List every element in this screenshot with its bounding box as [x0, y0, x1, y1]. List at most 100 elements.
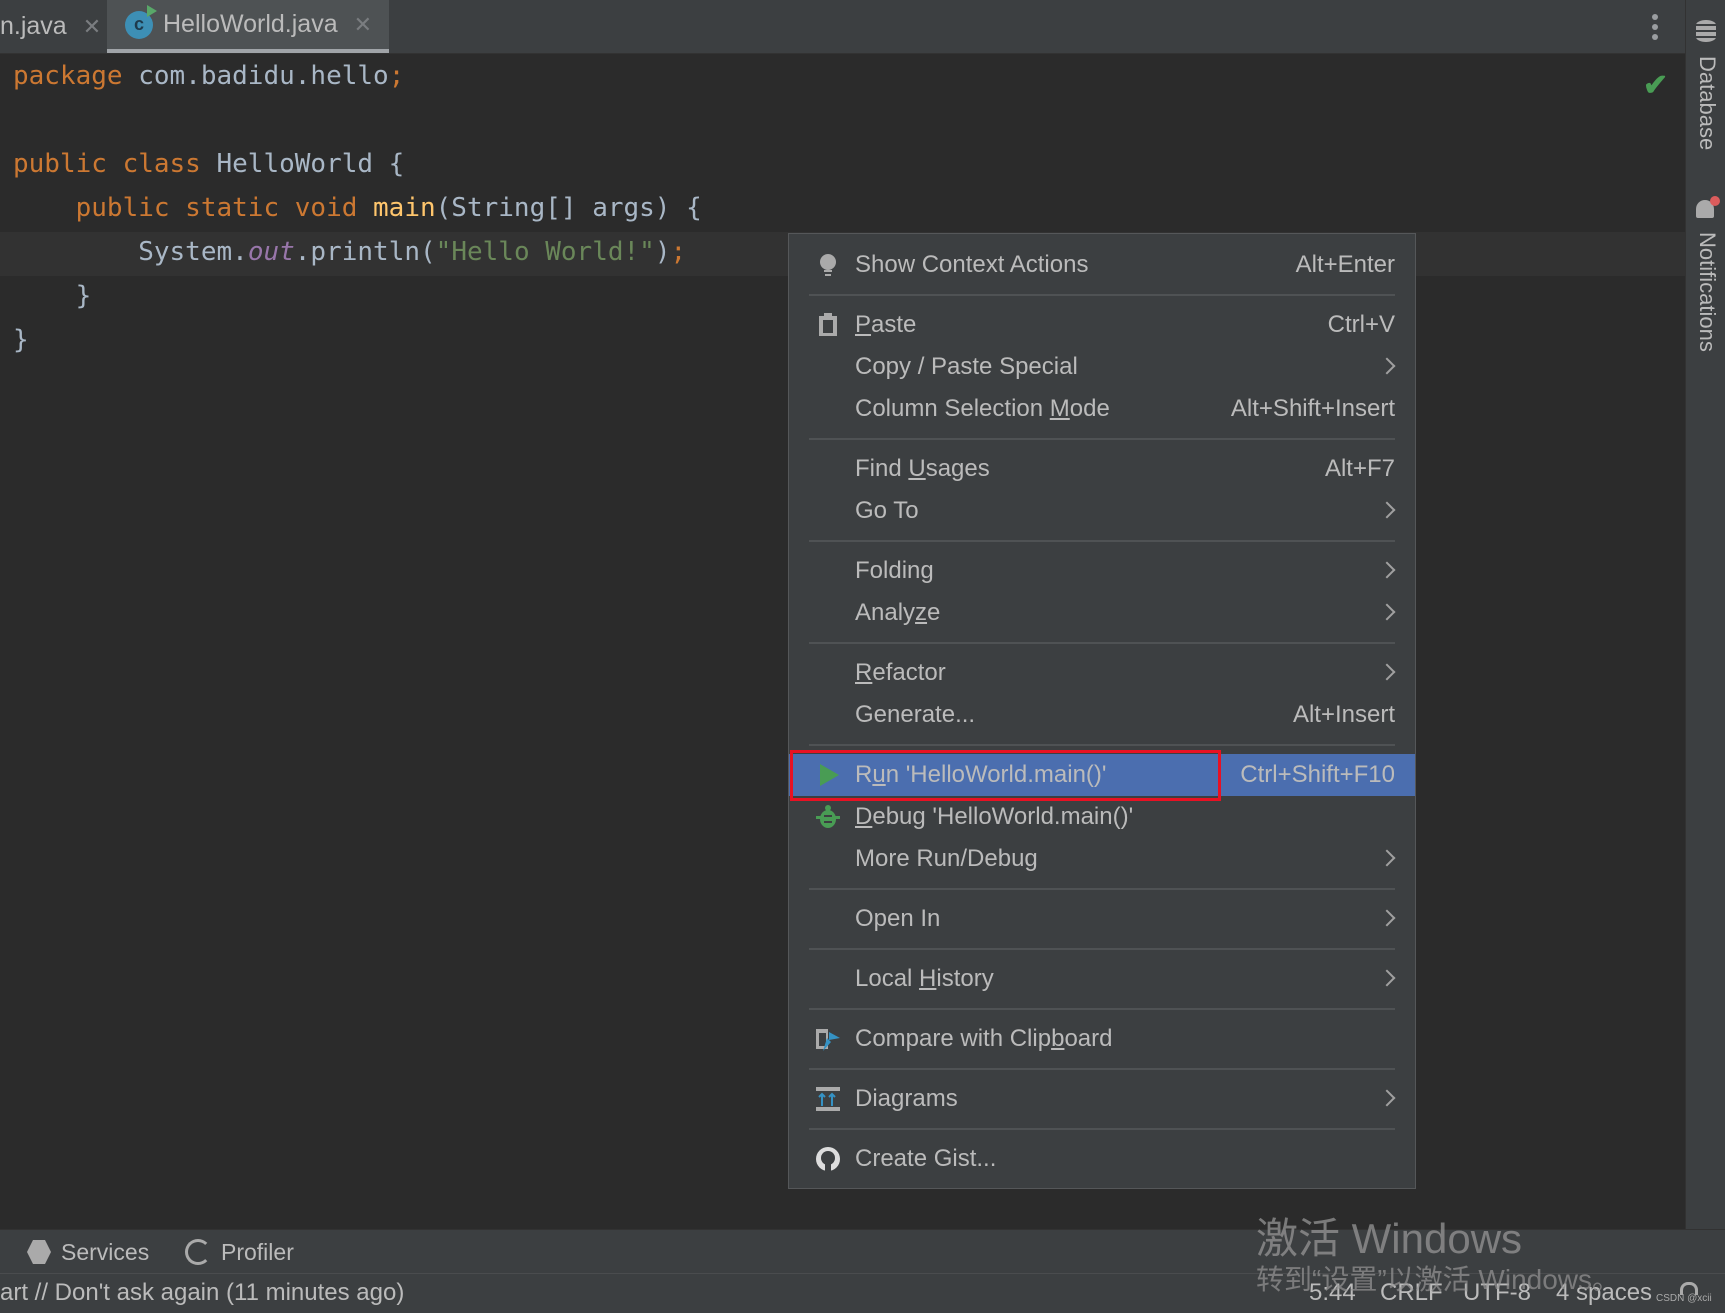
tab-label: HelloWorld.java [163, 10, 338, 38]
menu-item-label: Analyze [855, 599, 941, 626]
code-token: out [247, 237, 295, 267]
services-tool-button[interactable]: Services [27, 1230, 149, 1274]
profiler-label: Profiler [221, 1238, 294, 1265]
chevron-right-icon [1378, 909, 1396, 927]
menu-item-create-gist[interactable]: Create Gist... [789, 1138, 1415, 1180]
code-line: } [13, 318, 702, 362]
notifications-tool-button[interactable]: Notifications [1694, 232, 1720, 352]
menu-item-label: Refactor [855, 659, 946, 686]
menu-separator [789, 634, 1415, 652]
code-token: HelloWorld { [216, 149, 405, 179]
menu-item-open-in[interactable]: Open In [789, 898, 1415, 940]
menu-separator [789, 286, 1415, 304]
database-tool-button[interactable]: Database [1694, 56, 1720, 150]
database-icon[interactable] [1696, 20, 1716, 42]
menu-item-label: Generate... [855, 701, 976, 728]
code-token: package [13, 61, 123, 91]
status-message[interactable]: art // Don't ask again (11 minutes ago) [0, 1279, 404, 1307]
menu-item-label: Paste [855, 311, 917, 338]
code-token: } [13, 281, 92, 311]
menu-item-label: More Run/Debug [855, 845, 1038, 872]
services-icon [27, 1240, 51, 1264]
menu-item-debug-helloworld-main[interactable]: Debug 'HelloWorld.main()' [789, 796, 1415, 838]
menu-separator [789, 430, 1415, 448]
menu-item-diagrams[interactable]: Diagrams [789, 1078, 1415, 1120]
menu-item-column-selection-mode[interactable]: Column Selection Mode Alt+Shift+Insert [789, 388, 1415, 430]
menu-item-shortcut: Alt+F7 [1324, 455, 1395, 482]
close-icon[interactable]: ✕ [83, 14, 101, 40]
menu-item-compare-with-clipboard[interactable]: Compare with Clipboard [789, 1018, 1415, 1060]
code-line: public static void main(String[] args) { [13, 186, 702, 230]
menu-item-refactor[interactable]: Refactor [789, 652, 1415, 694]
windows-activation-watermark: 激活 Windows [1256, 1215, 1523, 1262]
close-icon[interactable]: ✕ [354, 12, 372, 38]
menu-item-label: Compare with Clipboard [855, 1025, 1113, 1052]
profiler-icon [185, 1239, 211, 1265]
code-token: main [373, 193, 436, 223]
code-token: "Hello World!" [435, 237, 655, 267]
menu-item-paste[interactable]: Paste Ctrl+V [789, 304, 1415, 346]
code-token: public class [13, 149, 217, 179]
chevron-right-icon [1378, 603, 1396, 621]
menu-item-shortcut: Alt+Shift+Insert [1230, 395, 1395, 422]
code-token: System. [13, 237, 248, 267]
code-token: } [13, 325, 29, 355]
menu-separator [789, 1060, 1415, 1078]
right-tool-stripe: Database Notifications [1685, 0, 1725, 1229]
windows-activation-hint: 转到“设置”以激活 Windows。 [1256, 1264, 1621, 1295]
code-token: com.badidu.hello [122, 61, 389, 91]
menu-item-label: Open In [855, 905, 941, 932]
menu-separator [789, 532, 1415, 550]
code-token: ) [654, 237, 671, 267]
menu-item-generate[interactable]: Generate... Alt+Insert [789, 694, 1415, 736]
diagrams-icon [815, 1086, 841, 1112]
menu-separator [789, 1000, 1415, 1018]
tab-label: n.java [0, 12, 67, 40]
menu-separator [789, 880, 1415, 898]
menu-item-shortcut: Alt+Enter [1295, 251, 1395, 278]
code-token: public static void [13, 193, 374, 223]
chevron-right-icon [1378, 849, 1396, 867]
menu-item-label: Debug 'HelloWorld.main()' [855, 803, 1134, 830]
code-token: ; [388, 61, 405, 91]
code-token: .println( [294, 237, 436, 267]
profiler-tool-button[interactable]: Profiler [185, 1230, 294, 1274]
github-icon [815, 1146, 841, 1172]
source-watermark: CSDN @xcii [1656, 1293, 1712, 1304]
menu-item-label: Column Selection Mode [855, 395, 1110, 422]
menu-item-go-to[interactable]: Go To [789, 490, 1415, 532]
no-problems-check-icon[interactable]: ✔ [1643, 68, 1668, 103]
run-icon [815, 762, 841, 788]
menu-item-analyze[interactable]: Analyze [789, 592, 1415, 634]
menu-item-label: Create Gist... [855, 1145, 997, 1172]
code-token: (String[] args) { [435, 193, 702, 223]
menu-item-copy-paste-special[interactable]: Copy / Paste Special [789, 346, 1415, 388]
notification-badge [1710, 196, 1720, 206]
chevron-right-icon [1378, 501, 1396, 519]
code-line: package com.badidu.hello; [13, 54, 702, 98]
code-line: public class HelloWorld { [13, 142, 702, 186]
menu-item-show-context-actions[interactable]: Show Context Actions Alt+Enter [789, 244, 1415, 286]
chevron-right-icon [1378, 1089, 1396, 1107]
tab-helloworld-java[interactable]: c HelloWorld.java ✕ [107, 0, 389, 53]
menu-item-folding[interactable]: Folding [789, 550, 1415, 592]
menu-item-shortcut: Ctrl+V [1327, 311, 1395, 338]
java-class-icon: c [125, 4, 157, 39]
menu-item-label: Go To [855, 497, 919, 524]
menu-item-label: Folding [855, 557, 934, 584]
lightbulb-icon [815, 252, 841, 278]
editor-tab-bar: n.java ✕ c HelloWorld.java ✕ [0, 0, 1685, 54]
menu-item-run-helloworld-main[interactable]: Run 'HelloWorld.main()' Ctrl+Shift+F10 [789, 754, 1415, 796]
tab-main-java[interactable]: n.java ✕ [0, 0, 111, 53]
menu-item-label: Copy / Paste Special [855, 353, 1078, 380]
menu-item-local-history[interactable]: Local History [789, 958, 1415, 1000]
menu-item-label: Local History [855, 965, 994, 992]
services-label: Services [61, 1238, 150, 1265]
code-token: ; [670, 237, 687, 267]
menu-item-more-run-debug[interactable]: More Run/Debug [789, 838, 1415, 880]
chevron-right-icon [1378, 663, 1396, 681]
more-options-icon[interactable] [1652, 14, 1660, 44]
chevron-right-icon [1378, 561, 1396, 579]
menu-item-find-usages[interactable]: Find Usages Alt+F7 [789, 448, 1415, 490]
